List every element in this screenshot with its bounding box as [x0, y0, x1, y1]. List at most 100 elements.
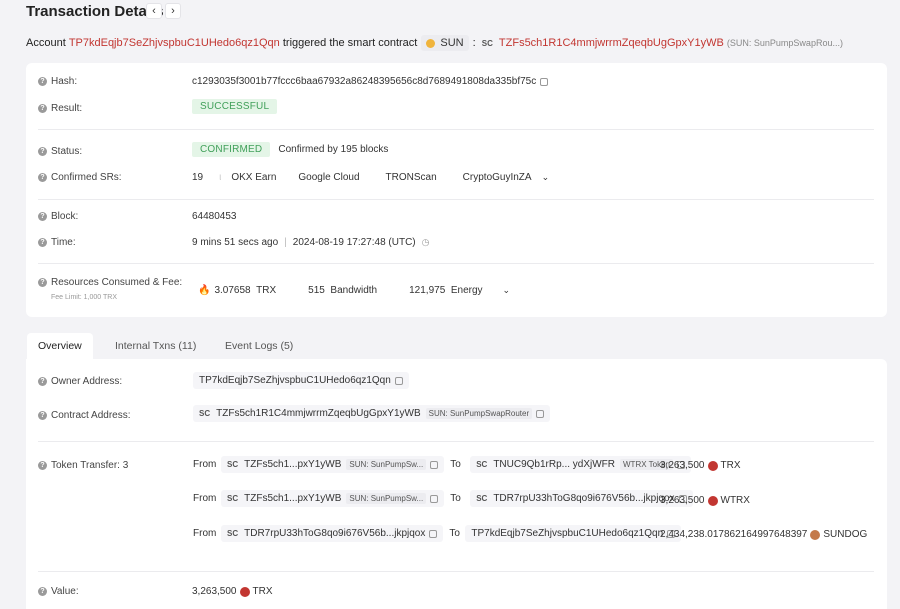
- divider: [38, 441, 874, 442]
- divider: [38, 263, 874, 264]
- chevron-down-icon[interactable]: ⌄: [542, 172, 550, 183]
- to-label: To: [450, 459, 461, 470]
- status-value: CONFIRMED Confirmed by 195 blocks: [192, 142, 388, 157]
- smart-contract-icon: SC: [476, 460, 488, 469]
- bandwidth-amount: 515: [308, 285, 325, 296]
- result-value: SUCCESSFUL: [192, 99, 278, 114]
- value-amount: 3,263,500 TRX: [192, 586, 273, 597]
- sundog-token-icon: [810, 529, 821, 540]
- transfer-amount: 3,263,500 WTRX: [660, 495, 750, 506]
- clock-icon: ◷: [421, 237, 430, 247]
- sr-item[interactable]: OKX Earn: [231, 172, 276, 183]
- owner-address-label: ? Owner Address:: [38, 376, 122, 387]
- to-label: To: [449, 528, 460, 539]
- smart-contract-icon: SC: [227, 460, 239, 469]
- divider: [38, 129, 874, 130]
- divider: [38, 199, 874, 200]
- question-icon: ?: [38, 278, 47, 287]
- trigger-prefix: Account: [26, 37, 66, 49]
- contract-address-link[interactable]: TZFs5ch1R1C4mmjwrrmZqeqbUgGpxY1yWB: [216, 408, 421, 419]
- page-title: Transaction Details: [26, 3, 164, 20]
- tab-event-logs[interactable]: Event Logs (5): [214, 333, 304, 359]
- to-address-link[interactable]: TP7kdEqjb7SeZhjvspbuC1UHedo6qz1Qqn: [471, 528, 663, 539]
- owner-address-link[interactable]: TP7kdEqjb7SeZhjvspbuC1UHedo6qz1Qqn: [199, 375, 391, 386]
- sun-token-icon: [426, 38, 436, 48]
- contract-tag: SUN: SunPumpSwapRouter: [425, 408, 533, 419]
- contract-address-value: SC TZFs5ch1R1C4mmjwrrmZqeqbUgGpxY1yWB SU…: [193, 405, 551, 422]
- chevron-down-icon[interactable]: ⌄: [503, 285, 511, 296]
- energy-amount: 121,975: [409, 285, 446, 296]
- smart-contract-icon: SC: [199, 409, 211, 418]
- tab-internal-txns[interactable]: Internal Txns (11): [104, 333, 207, 359]
- copy-icon[interactable]: [536, 409, 545, 418]
- from-label: From: [193, 459, 217, 470]
- trigger-middle: triggered the smart contract: [282, 37, 418, 49]
- owner-address-value: TP7kdEqjb7SeZhjvspbuC1UHedo6qz1Qqn: [193, 372, 409, 389]
- trigger-summary: Account TP7kdEqjb7SeZhjvspbuC1UHedo6qz1Q…: [26, 35, 843, 51]
- sr-item[interactable]: CryptoGuyInZA: [463, 172, 532, 183]
- next-transaction-button[interactable]: ›: [165, 3, 181, 19]
- question-icon: ?: [38, 238, 47, 247]
- copy-icon[interactable]: [430, 494, 439, 503]
- from-address-link[interactable]: TDR7rpU33hToG8qo9i676V56b...jkpjqox: [244, 528, 425, 539]
- time-divider: |: [284, 237, 287, 248]
- token-link[interactable]: WTRX: [721, 495, 750, 506]
- token-transfer-row: From SC TDR7rpU33hToG8qo9i676V56b...jkpj…: [193, 525, 682, 542]
- from-address-link[interactable]: TZFs5ch1...pxY1yWB: [244, 493, 341, 504]
- token-transfer-row: From SC TZFs5ch1...pxY1yWB SUN: SunPumpS…: [193, 490, 693, 507]
- result-badge: SUCCESSFUL: [192, 99, 278, 114]
- status-label: ? Status:: [38, 146, 82, 157]
- contract-name: (SUN: SunPumpSwapRou...): [726, 38, 843, 48]
- token-link[interactable]: TRX: [721, 460, 741, 471]
- contract-token-label: SUN: [440, 37, 464, 49]
- sr-item[interactable]: Google Cloud: [298, 172, 359, 183]
- block-label: ? Block:: [38, 211, 78, 222]
- token-link[interactable]: SUNDOG: [823, 529, 867, 540]
- colon: :: [472, 37, 476, 49]
- hash-value: c1293035f3001b77fccc6baa67932a8624839565…: [192, 76, 549, 87]
- resources-label: ? Resources Consumed & Fee:: [38, 277, 182, 288]
- smart-contract-icon: SC: [227, 494, 239, 503]
- copy-icon[interactable]: [430, 460, 439, 469]
- from-label: From: [193, 493, 217, 504]
- trx-unit: TRX: [256, 285, 277, 296]
- question-icon: ?: [38, 377, 47, 386]
- tab-overview[interactable]: Overview: [27, 333, 93, 359]
- question-icon: ?: [38, 147, 47, 156]
- copy-icon[interactable]: [429, 529, 438, 538]
- confirmed-by: Confirmed by 195 blocks: [278, 144, 389, 155]
- time-value: 9 mins 51 secs ago | 2024-08-19 17:27:48…: [192, 237, 430, 248]
- bandwidth-unit: Bandwidth: [330, 285, 378, 296]
- question-icon: ?: [38, 104, 47, 113]
- time-ago: 9 mins 51 secs ago: [192, 237, 279, 248]
- contract-address-link[interactable]: TZFs5ch1R1C4mmjwrrmZqeqbUgGpxY1yWB: [499, 37, 724, 49]
- account-link[interactable]: TP7kdEqjb7SeZhjvspbuC1UHedo6qz1Qqn: [69, 37, 280, 49]
- smart-contract-icon: SC: [227, 529, 239, 538]
- hash-label: ? Hash:: [38, 76, 77, 87]
- question-icon: ?: [38, 77, 47, 86]
- contract-token-pill[interactable]: SUN: [421, 35, 469, 51]
- srs-count: 19: [192, 172, 204, 183]
- from-address-link[interactable]: TZFs5ch1...pxY1yWB: [244, 459, 341, 470]
- to-address-link[interactable]: TDR7rpU33hToG8qo9i676V56b...jkpjqox: [493, 493, 674, 504]
- time-full: 2024-08-19 17:27:48 (UTC): [292, 237, 416, 248]
- copy-icon[interactable]: [540, 77, 549, 86]
- contract-address-label: ? Contract Address:: [38, 410, 130, 421]
- question-icon: ?: [38, 411, 47, 420]
- to-address-link[interactable]: TNUC9Qb1rRp... ydXjWFR: [493, 459, 615, 470]
- from-label: From: [193, 528, 217, 539]
- trx-token-icon: [239, 586, 250, 597]
- question-icon: ?: [38, 212, 47, 221]
- result-label: ? Result:: [38, 103, 82, 114]
- smart-contract-icon: SC: [481, 38, 493, 48]
- time-label: ? Time:: [38, 237, 76, 248]
- prev-transaction-button[interactable]: ‹: [146, 3, 162, 19]
- confirmed-srs-value: 19 ι OKX Earn Google Cloud TRONScan Cryp…: [192, 172, 549, 183]
- question-icon: ?: [38, 587, 47, 596]
- block-value[interactable]: 64480453: [192, 211, 237, 222]
- smart-contract-icon: SC: [476, 494, 488, 503]
- sr-item[interactable]: TRONScan: [386, 172, 437, 183]
- trx-amount: 3.07658: [214, 285, 251, 296]
- trx-token-icon: [707, 460, 718, 471]
- copy-icon[interactable]: [394, 376, 403, 385]
